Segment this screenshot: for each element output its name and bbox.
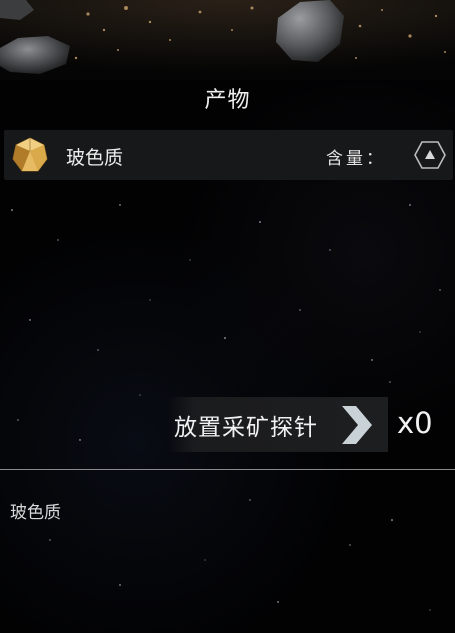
panel-title: 产物	[204, 88, 251, 113]
content-label: 含量：	[326, 149, 386, 169]
gem-icon	[12, 137, 48, 173]
asteroid-banner	[0, 0, 455, 80]
resource-row[interactable]: 玻色质 含量：	[4, 130, 453, 180]
probe-count: x0	[397, 406, 433, 440]
divider	[0, 469, 455, 470]
place-mining-probe-button[interactable]: 放置采矿探针	[168, 397, 388, 452]
asteroid-field-illustration	[0, 0, 455, 80]
chevron-right-icon	[338, 402, 374, 448]
resource-description: 玻色质	[10, 503, 61, 523]
resource-name: 玻色质	[66, 147, 124, 169]
hexagon-triangle-icon[interactable]	[413, 140, 447, 170]
place-mining-probe-label: 放置采矿探针	[174, 415, 318, 441]
